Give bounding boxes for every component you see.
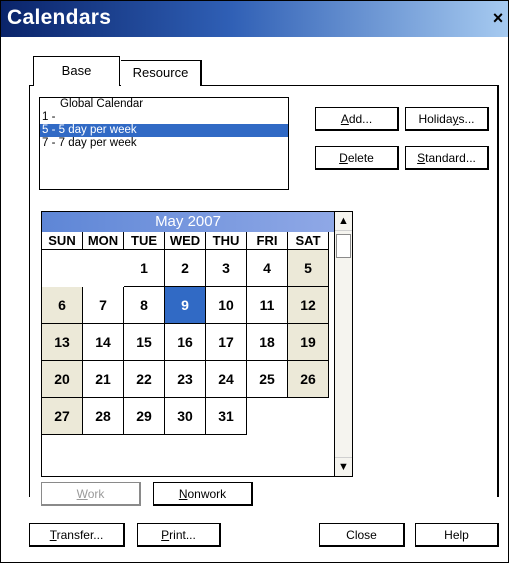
transfer-button[interactable]: Transfer... [29,523,125,547]
calendars-dialog: Calendars × Base Resource Global Calenda… [0,0,509,563]
weekday-label: SAT [288,232,329,250]
nonwork-button[interactable]: Nonwork [153,482,253,506]
calendar-empty-cell [42,250,83,287]
list-item[interactable]: Global Calendar [40,98,288,111]
list-item[interactable]: 7 - 7 day per week [40,137,288,150]
calendar-day-selected[interactable]: 9 [165,287,206,324]
scroll-down-arrow-icon[interactable]: ▼ [335,457,352,476]
tab-resource[interactable]: Resource [121,60,202,86]
scroll-up-arrow-icon[interactable]: ▲ [335,212,352,231]
tab-base[interactable]: Base [33,56,120,86]
calendar-day[interactable]: 8 [124,287,165,324]
calendar-day[interactable]: 28 [83,398,124,435]
calendar-day[interactable]: 5 [288,250,329,287]
weekday-label: MON [83,232,124,250]
calendar-empty-cell [83,250,124,287]
calendar-day[interactable]: 31 [206,398,247,435]
calendar-week-row: 13 14 15 16 17 18 19 [42,324,334,361]
work-button[interactable]: Work [41,482,141,506]
weekday-label: WED [165,232,206,250]
calendar-day[interactable]: 30 [165,398,206,435]
calendar-day[interactable]: 16 [165,324,206,361]
calendar-week-row: 27 28 29 30 31 [42,398,334,435]
calendar-day[interactable]: 15 [124,324,165,361]
delete-button[interactable]: Delete [315,146,399,170]
calendar-empty-cell [288,398,329,435]
scrollbar-thumb[interactable] [336,234,351,258]
calendar-week-row: 12345 [42,250,334,287]
title-bar[interactable]: Calendars × [1,1,508,37]
calendar-grid: 1 2 3 4 5 6 7 8 9 10 11 12 13 14 15 16 17 18 19 20 21 22 23 24 2… [42,250,334,435]
calendar-day[interactable]: 18 [247,324,288,361]
weekday-label: FRI [247,232,288,250]
window-title: Calendars [7,6,112,29]
calendar-day[interactable]: 24 [206,361,247,398]
calendar-day[interactable]: 4 [247,250,288,287]
month-header: May 2007 [42,212,334,232]
calendar-day[interactable]: 29 [124,398,165,435]
calendar-day[interactable]: 10 [206,287,247,324]
close-button[interactable]: Close [319,523,405,547]
calendar-day[interactable]: 14 [83,324,124,361]
weekday-label: SUN [42,232,83,250]
calendar-day[interactable]: 1 [124,250,165,287]
standard-button[interactable]: Standard... [405,146,489,170]
calendar-day[interactable]: 26 [288,361,329,398]
print-button[interactable]: Print... [137,523,221,547]
calendar-day[interactable]: 17 [206,324,247,361]
calendar-list[interactable]: Global Calendar 1 - 5 - 5 day per week 7… [39,97,289,190]
help-button[interactable]: Help [415,523,499,547]
calendar-day[interactable]: 25 [247,361,288,398]
calendar-empty-cell [247,398,288,435]
calendar-day[interactable]: 2 [165,250,206,287]
calendar-day[interactable]: 20 [42,361,83,398]
calendar-day[interactable]: 22 [124,361,165,398]
add-button[interactable]: Add... [315,107,399,131]
list-item[interactable]: 1 - [40,111,288,124]
calendar-week-row: 6 7 8 9 10 11 12 [42,287,334,324]
calendar-day[interactable]: 19 [288,324,329,361]
calendar-day[interactable]: 7 [83,287,124,324]
weekday-header-row: SUN MON TUE WED THU FRI SAT [42,232,334,250]
calendar-day[interactable]: 12 [288,287,329,324]
calendar-day[interactable]: 3 [206,250,247,287]
calendar-day[interactable]: 13 [42,324,83,361]
calendar-day[interactable]: 27 [42,398,83,435]
calendar-day[interactable]: 11 [247,287,288,324]
calendar-day[interactable]: 23 [165,361,206,398]
holidays-button[interactable]: Holidays... [405,107,489,131]
calendar-scrollbar[interactable]: ▲ ▼ [334,211,353,477]
weekday-label: TUE [124,232,165,250]
month-calendar[interactable]: May 2007 SUN MON TUE WED THU FRI SAT 123… [41,211,335,477]
calendar-week-row: 20 21 22 23 24 25 26 [42,361,334,398]
calendar-day[interactable]: 6 [42,287,83,324]
weekday-label: THU [206,232,247,250]
list-item-selected[interactable]: 5 - 5 day per week [40,124,288,137]
calendar-day[interactable]: 21 [83,361,124,398]
close-icon[interactable]: × [490,9,506,27]
